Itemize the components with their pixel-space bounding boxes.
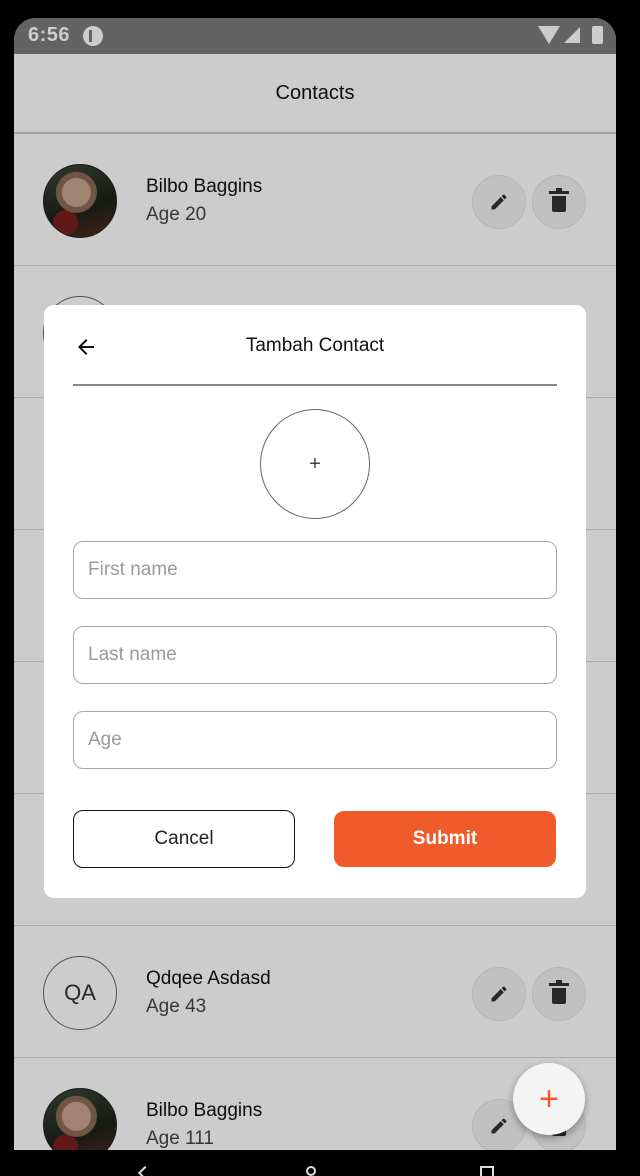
last-name-field[interactable] [73,626,557,684]
phone-screen: 6:56 Contacts Bilbo Baggins Age 20 QA Qd… [14,18,616,1150]
nav-home-icon[interactable] [306,1166,316,1176]
nav-recents-icon[interactable] [480,1166,494,1176]
divider [73,384,557,386]
age-field[interactable] [73,711,557,769]
first-name-field[interactable] [73,541,557,599]
nav-back-icon[interactable] [137,1165,153,1176]
cancel-button[interactable]: Cancel [73,810,295,868]
dialog-title: Tambah Contact [245,335,385,356]
plus-icon: + [539,1079,559,1118]
add-contact-dialog: Tambah Contact + Cancel Submit [44,305,586,898]
system-nav-bar [0,1150,640,1176]
submit-button[interactable]: Submit [334,811,556,867]
photo-picker-button[interactable]: + [260,409,370,519]
plus-icon: + [309,452,321,475]
add-contact-fab[interactable]: + [513,1063,585,1135]
